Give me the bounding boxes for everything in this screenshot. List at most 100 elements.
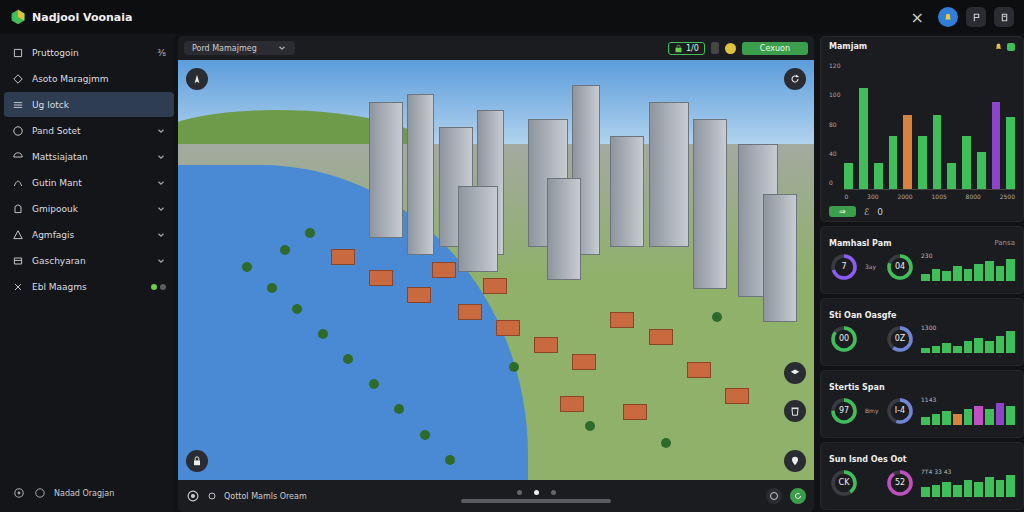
coin-icon[interactable] (725, 43, 736, 54)
gauge: 52 (885, 468, 915, 498)
chart-bar[interactable] (962, 136, 971, 189)
brand[interactable]: Nadjool Voonaia (10, 9, 132, 25)
chart-bar[interactable] (874, 163, 883, 189)
page-dot[interactable] (517, 490, 522, 495)
compass-icon (191, 73, 203, 85)
map-dropdown[interactable]: Pord Mamajmeg (184, 41, 295, 55)
mini-bar (942, 343, 951, 353)
alert-button[interactable] (993, 41, 1015, 52)
y-tick: 120 (829, 62, 840, 69)
pagination (461, 490, 611, 503)
mini-chart: 1143 (921, 396, 1015, 425)
map-control[interactable] (784, 450, 806, 472)
sidebar-label: Ug lotck (32, 100, 166, 110)
flag-button[interactable] (966, 7, 986, 27)
chart-bar[interactable] (889, 136, 898, 189)
chart-bar[interactable] (859, 88, 868, 189)
mini-bar (974, 482, 983, 497)
map-house (369, 270, 393, 286)
chevron-down-icon (156, 178, 166, 188)
map-control[interactable] (186, 68, 208, 90)
sidebar-item[interactable]: Gmipoouk (4, 196, 174, 221)
refresh-icon (793, 491, 803, 501)
mini-bar (942, 482, 951, 497)
page-dot[interactable] (551, 490, 556, 495)
chart-card: Mamjam 12010080400 03002000100580002500 … (820, 36, 1024, 222)
settings-button[interactable] (994, 7, 1014, 27)
mini-bar (985, 477, 994, 497)
sidebar: Pruttogoin ⅜ Asoto Maragjmm Ug lotck Pan… (0, 34, 174, 512)
sidebar-label: Ebl Maagms (32, 282, 143, 292)
scroll-bar[interactable] (461, 499, 611, 503)
gauge-value: 97 (829, 396, 859, 426)
stat-card[interactable]: Mamhasl Pam Pansa 7 3ay 04 230 (820, 226, 1024, 294)
chart-bar[interactable] (992, 102, 1001, 189)
sidebar-label: Gmipoouk (32, 204, 148, 214)
chart-link[interactable]: ℰ (864, 207, 869, 217)
sidebar-item[interactable]: Ug lotck (4, 92, 174, 117)
flag-icon (971, 12, 982, 23)
sidebar-item[interactable]: Agmfagis (4, 222, 174, 247)
user-icon (34, 487, 46, 499)
close-button[interactable]: × (905, 8, 930, 27)
map-house (483, 278, 507, 294)
sidebar-item[interactable]: Mattsiajatan (4, 144, 174, 169)
x-tick: 300 (867, 193, 878, 200)
chart-bar[interactable] (933, 115, 942, 189)
mini-chart: 230 (921, 252, 1015, 281)
sidebar-footer[interactable]: Nadad Oragjan (4, 480, 174, 506)
sidebar-item[interactable]: Asoto Maragjmm (4, 66, 174, 91)
y-tick: 80 (829, 121, 840, 128)
chart-bar[interactable] (844, 163, 853, 189)
mini-bar (964, 341, 973, 353)
status-chip[interactable]: 1/0 (668, 42, 705, 55)
chart-bar[interactable] (903, 115, 912, 189)
sidebar-item[interactable]: Pand Sotet (4, 118, 174, 143)
chart-bar[interactable] (1006, 117, 1015, 189)
settings-icon[interactable] (206, 490, 218, 502)
sidebar-label: Agmfagis (32, 230, 148, 240)
gauge: 7 (829, 252, 859, 282)
bar-chart: 12010080400 03002000100580002500 (829, 52, 1015, 200)
map-house (623, 404, 647, 420)
map-control[interactable] (784, 68, 806, 90)
map-tree (267, 283, 277, 293)
sidebar-label: Gutin Mant (32, 178, 148, 188)
page-dot[interactable] (534, 490, 539, 495)
menu-icon (12, 255, 24, 267)
stat-card[interactable]: Stertis Span 97 Bmy I-4 1143 (820, 370, 1024, 438)
stats-panel: Mamjam 12010080400 03002000100580002500 … (818, 34, 1024, 512)
sidebar-item[interactable]: Gaschyaran (4, 248, 174, 273)
chart-bar[interactable] (918, 136, 927, 189)
chevron-down-icon (277, 43, 287, 53)
city-map[interactable] (178, 60, 814, 480)
gauge-value: 04 (885, 252, 915, 282)
dropdown-value: Pord Mamajmeg (192, 44, 257, 53)
gauge: 0Z (885, 324, 915, 354)
map-footer-button[interactable] (766, 488, 782, 504)
x-tick: 2000 (897, 193, 912, 200)
map-house (649, 329, 673, 345)
record-icon[interactable] (186, 489, 200, 503)
stat-card[interactable]: Sti Oan Oasgfe 00 0Z 1300 (820, 298, 1024, 366)
map-house (687, 362, 711, 378)
layer-button[interactable] (711, 42, 719, 54)
mini-chart-label: 1143 (921, 396, 1015, 403)
status-dot (151, 284, 157, 290)
map-panel: Pord Mamajmeg 1/0 Cexuon Qottol Mamls Or… (178, 36, 814, 512)
map-control[interactable] (186, 450, 208, 472)
stat-card[interactable]: Sun lsnd Oes Oot CK 52 7T4 33 43 (820, 442, 1024, 510)
menu-icon (12, 125, 24, 137)
sidebar-item[interactable]: Pruttogoin ⅜ (4, 40, 174, 65)
chart-button[interactable]: ⇒ (829, 206, 856, 217)
sidebar-item[interactable]: Ebl Maagms (4, 274, 174, 299)
chart-bar[interactable] (947, 163, 956, 189)
avatar-button[interactable] (938, 7, 958, 27)
map-footer-button[interactable] (790, 488, 806, 504)
mini-bar (985, 409, 994, 426)
sidebar-item[interactable]: Gutin Mant (4, 170, 174, 195)
gauge: 04 (885, 252, 915, 282)
chart-bar[interactable] (977, 152, 986, 189)
layers-icon (789, 367, 801, 379)
action-button[interactable]: Cexuon (742, 42, 808, 55)
